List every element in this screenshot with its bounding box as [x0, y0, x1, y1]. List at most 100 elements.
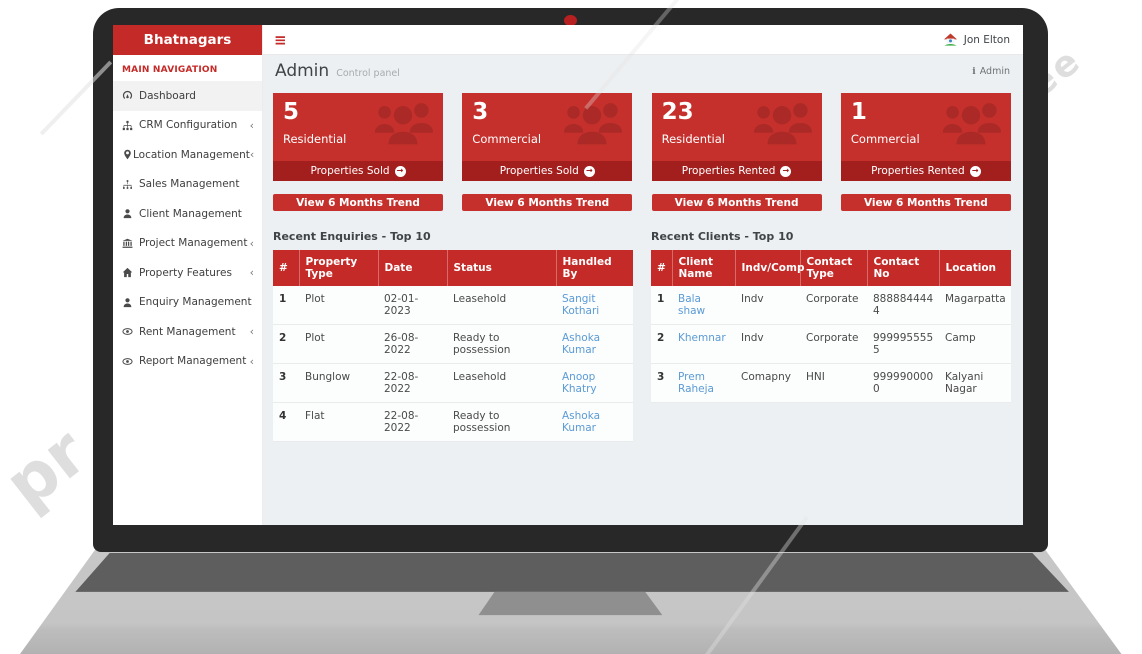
column-header: Property Type [299, 250, 378, 286]
breadcrumb: Admin [972, 66, 1010, 77]
sidebar-item-report-management[interactable]: Report Management [113, 347, 262, 377]
column-header: Contact No [867, 250, 939, 286]
laptop-bezel: Bhatnagars MAIN NAVIGATION Dashboard CRM… [93, 8, 1048, 552]
card-footer-label: Properties Rented [682, 165, 776, 177]
chevron-left-icon [250, 326, 254, 337]
table-row: 3 Bunglow 22-08-2022 Leasehold Anoop Kha… [273, 364, 633, 403]
recent-clients-table: # Client Name Indv/Comp Contact Type Con… [651, 250, 1011, 403]
cell-property-type: Plot [299, 325, 378, 364]
hierarchy-icon [122, 179, 139, 190]
chevron-left-icon [250, 267, 254, 278]
view-trend-button[interactable]: View 6 Months Trend [273, 194, 443, 211]
cell-property-type: Bunglow [299, 364, 378, 403]
cell-status: Ready to possession [447, 403, 556, 442]
sidebar-item-sales-management[interactable]: Sales Management [113, 170, 262, 200]
card-footer-link[interactable]: Properties Rented [841, 161, 1011, 181]
cell-index: 1 [273, 286, 299, 325]
table-row: 3 Prem Raheja Comapny HNI 9999900000 Kal… [651, 364, 1011, 403]
card-footer-link[interactable]: Properties Rented [652, 161, 822, 181]
page-subtitle: Control panel [336, 64, 400, 79]
cell-contact-no: 9999900000 [867, 364, 939, 403]
cell-client-name-link[interactable]: Bala shaw [672, 286, 735, 325]
table-row: 4 Flat 22-08-2022 Ready to possession As… [273, 403, 633, 442]
column-header: Status [447, 250, 556, 286]
sidebar-item-label: Enquiry Management [139, 296, 252, 308]
sidebar-item-crm-configuration[interactable]: CRM Configuration [113, 111, 262, 141]
cell-property-type: Plot [299, 286, 378, 325]
hamburger-menu-icon[interactable]: ≡ [263, 31, 298, 49]
cell-index: 3 [651, 364, 672, 403]
laptop-frame: Bhatnagars MAIN NAVIGATION Dashboard CRM… [0, 0, 1142, 654]
chevron-left-icon [250, 238, 254, 249]
trend-buttons-row: View 6 Months Trend View 6 Months Trend … [273, 194, 1011, 211]
stat-card-commercial-rented: 1 Commercial Properties Rented [841, 93, 1011, 181]
person-icon [122, 208, 139, 219]
house-logo-icon [943, 33, 958, 47]
cell-date: 22-08-2022 [378, 403, 447, 442]
arrow-circle-icon [395, 166, 406, 177]
breadcrumb-item: Admin [980, 66, 1010, 77]
cell-contact-type: Corporate [800, 325, 867, 364]
cell-contact-type: Corporate [800, 286, 867, 325]
sidebar-item-client-management[interactable]: Client Management [113, 199, 262, 229]
main-area: ≡ Jon Elton Admin Control panel Admin [263, 25, 1023, 525]
sidebar-item-project-management[interactable]: Project Management [113, 229, 262, 259]
column-header: Contact Type [800, 250, 867, 286]
recent-enquiries-section: Recent Enquiries - Top 10 # Property Typ… [273, 230, 633, 442]
arrow-circle-icon [970, 166, 981, 177]
column-header: Date [378, 250, 447, 286]
cell-indv-comp: Indv [735, 325, 800, 364]
bank-icon [122, 238, 139, 249]
cell-indv-comp: Comapny [735, 364, 800, 403]
brand-title: Bhatnagars [113, 25, 262, 55]
stat-cards-row: 5 Residential Properties Sold [273, 93, 1011, 181]
recent-enquiries-table: # Property Type Date Status Handled By [273, 250, 633, 442]
person-icon [122, 297, 139, 308]
view-trend-button[interactable]: View 6 Months Trend [652, 194, 822, 211]
sidebar-item-dashboard[interactable]: Dashboard [113, 81, 262, 111]
cell-client-name-link[interactable]: Prem Raheja [672, 364, 735, 403]
cell-date: 26-08-2022 [378, 325, 447, 364]
people-group-icon [750, 99, 814, 149]
sidebar-item-label: Sales Management [139, 178, 239, 190]
column-header: Location [939, 250, 1011, 286]
card-footer-link[interactable]: Properties Sold [273, 161, 443, 181]
card-footer-link[interactable]: Properties Sold [462, 161, 632, 181]
app-screen: Bhatnagars MAIN NAVIGATION Dashboard CRM… [113, 25, 1023, 525]
cell-handled-by-link[interactable]: Ashoka Kumar [556, 325, 633, 364]
sidebar-item-location-management[interactable]: Location Management [113, 140, 262, 170]
eye-icon [122, 356, 139, 367]
sidebar-item-enquiry-management[interactable]: Enquiry Management [113, 288, 262, 318]
page-title: Admin [275, 61, 329, 81]
cell-location: Kalyani Nagar [939, 364, 1011, 403]
column-header: Handled By [556, 250, 633, 286]
table-row: 2 Khemnar Indv Corporate 9999955555 Camp [651, 325, 1011, 364]
sidebar-section-label: MAIN NAVIGATION [113, 55, 262, 81]
page-header: Admin Control panel Admin [263, 55, 1023, 87]
view-trend-button[interactable]: View 6 Months Trend [462, 194, 632, 211]
cell-handled-by-link[interactable]: Anoop Khatry [556, 364, 633, 403]
cell-index: 2 [651, 325, 672, 364]
recent-clients-title: Recent Clients - Top 10 [651, 230, 1011, 243]
sidebar-item-property-features[interactable]: Property Features [113, 258, 262, 288]
cell-status: Ready to possession [447, 325, 556, 364]
cell-property-type: Flat [299, 403, 378, 442]
user-name: Jon Elton [964, 34, 1010, 46]
cell-handled-by-link[interactable]: Sangit Kothari [556, 286, 633, 325]
sitemap-icon [122, 120, 139, 131]
cell-location: Camp [939, 325, 1011, 364]
view-trend-button[interactable]: View 6 Months Trend [841, 194, 1011, 211]
sidebar-item-label: Property Features [139, 267, 232, 279]
user-menu[interactable]: Jon Elton [943, 33, 1023, 47]
sidebar-item-rent-management[interactable]: Rent Management [113, 317, 262, 347]
cell-handled-by-link[interactable]: Ashoka Kumar [556, 403, 633, 442]
card-footer-label: Properties Sold [310, 165, 389, 177]
content: 5 Residential Properties Sold [263, 87, 1023, 525]
stat-card-residential-sold: 5 Residential Properties Sold [273, 93, 443, 181]
table-row: 1 Plot 02-01-2023 Leasehold Sangit Kotha… [273, 286, 633, 325]
map-marker-icon [122, 149, 133, 160]
cell-client-name-link[interactable]: Khemnar [672, 325, 735, 364]
cell-index: 3 [273, 364, 299, 403]
eye-icon [122, 326, 139, 337]
chevron-left-icon [250, 120, 254, 131]
